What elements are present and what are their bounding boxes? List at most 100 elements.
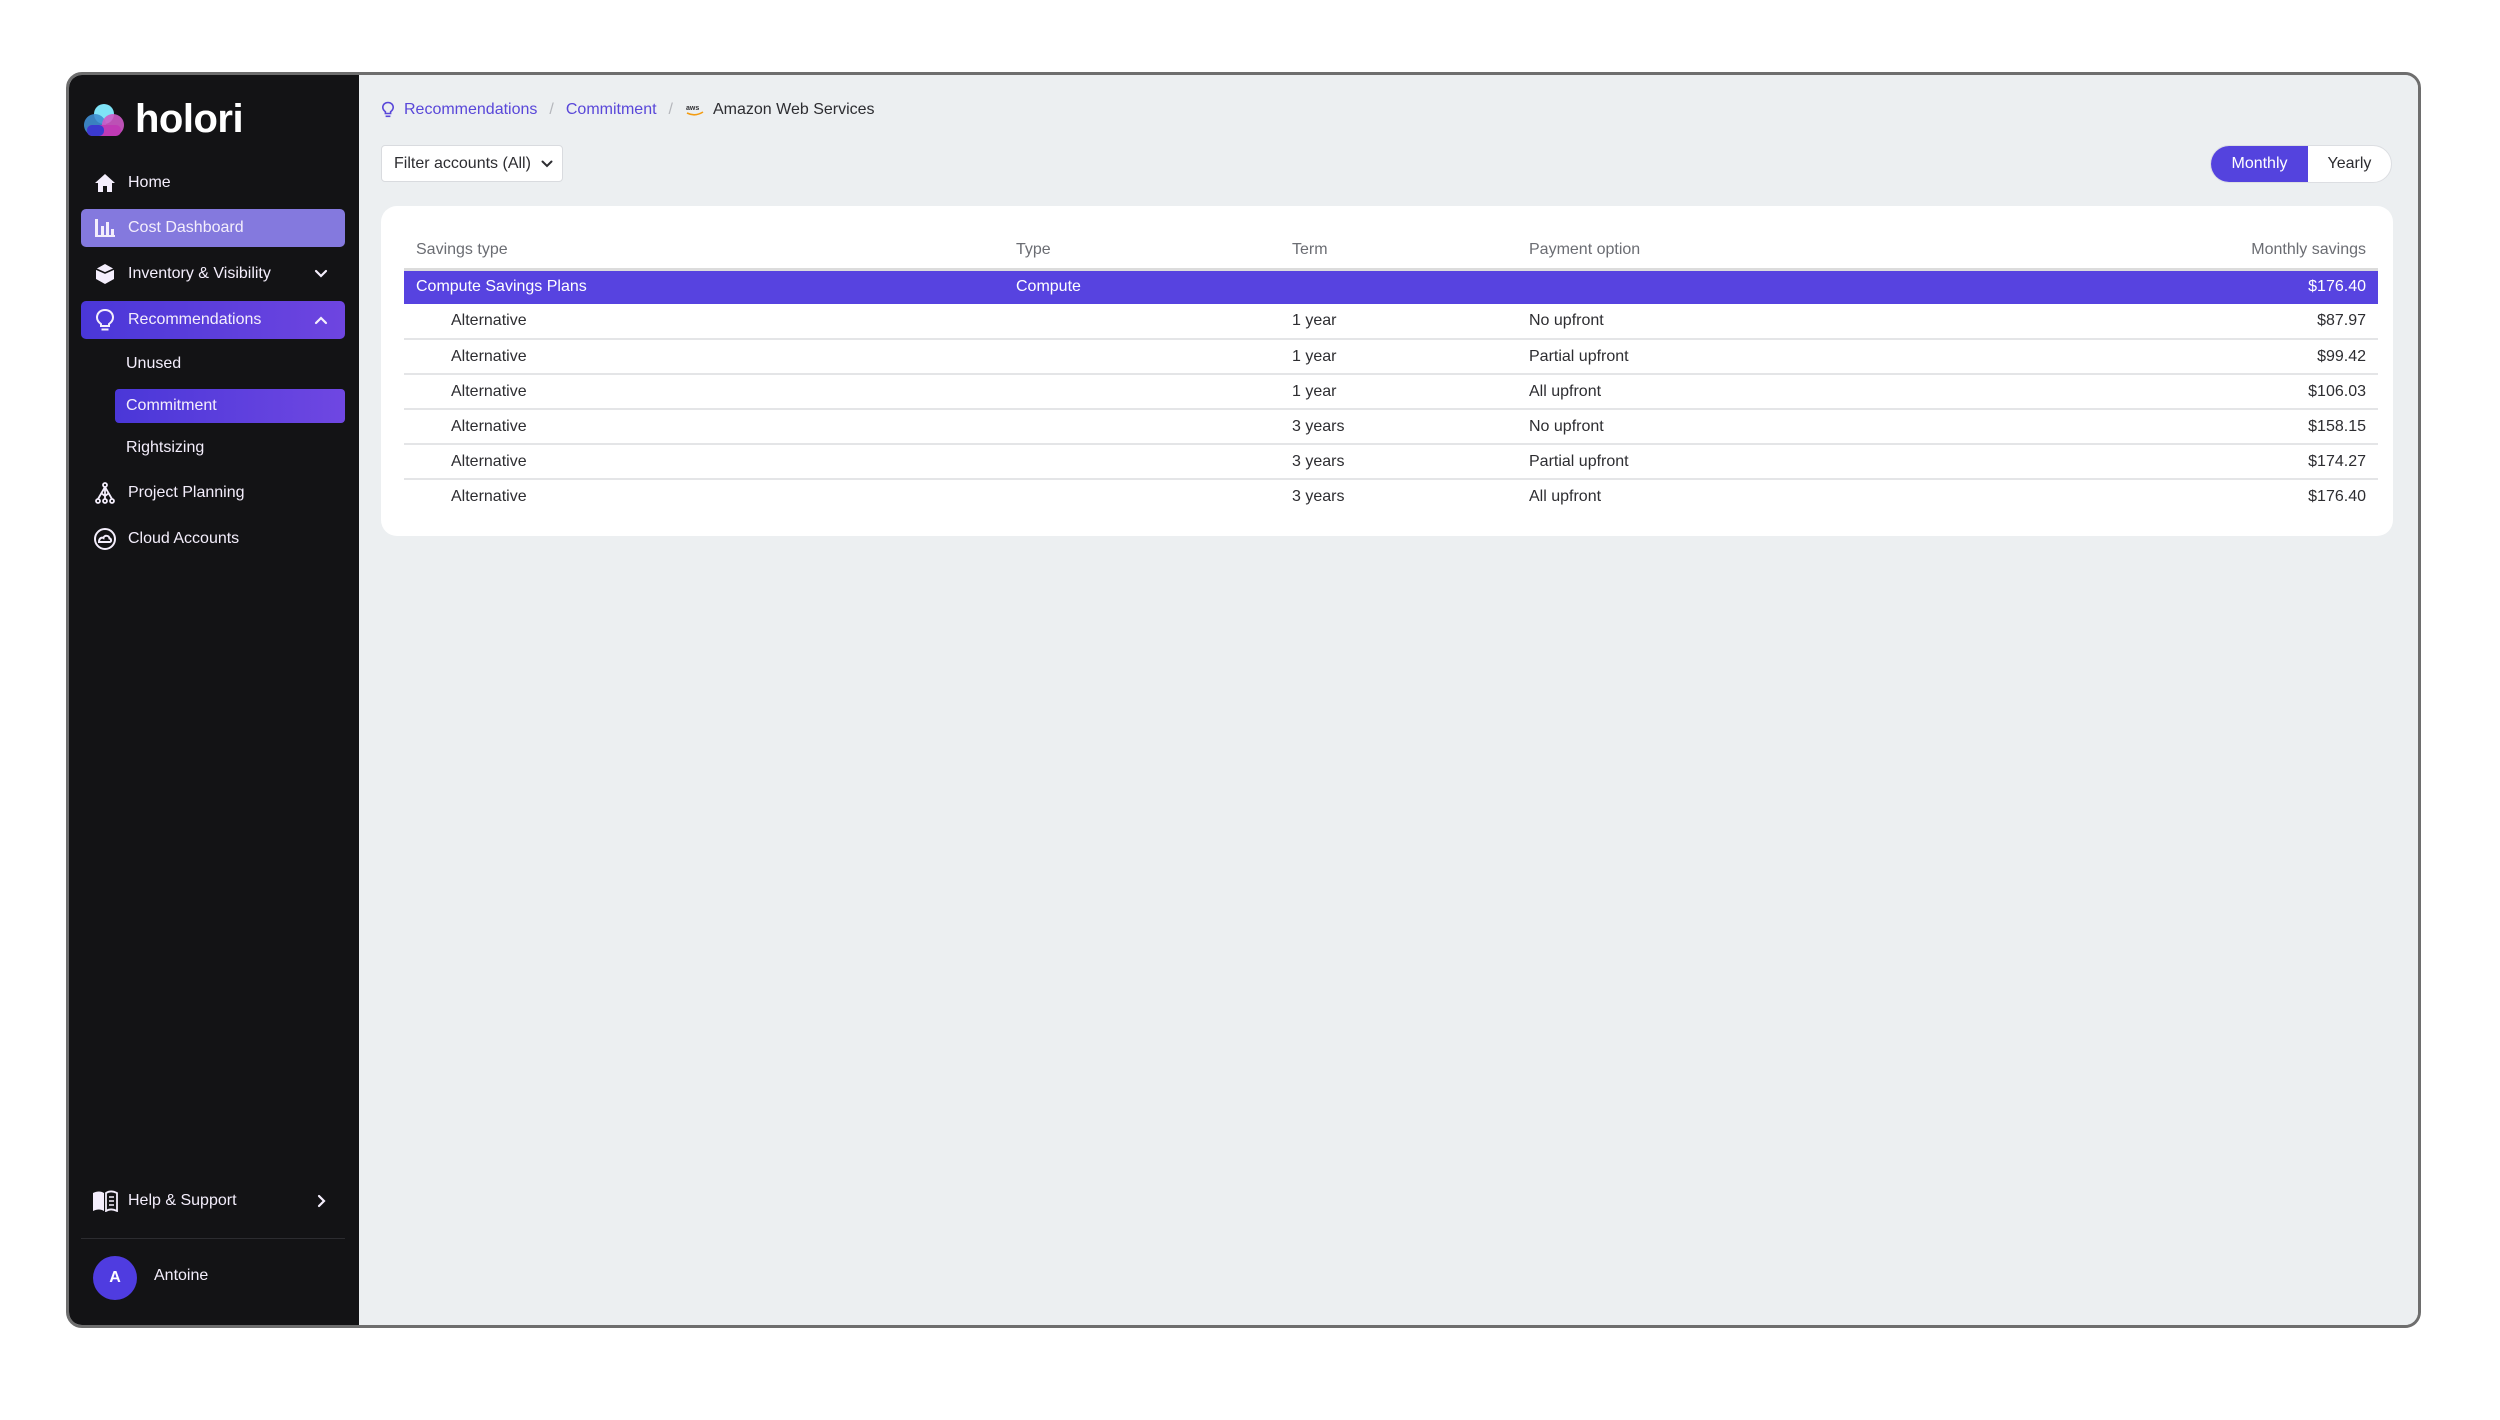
avatar[interactable]: A — [93, 1256, 137, 1300]
cell-monthly-savings: $87.97 — [1917, 304, 2378, 340]
table-row[interactable]: Alternative 1 year All upfront $106.03 — [404, 374, 2378, 410]
cell-payment-option: Partial upfront — [1517, 444, 1917, 480]
svg-text:aws: aws — [686, 105, 699, 112]
breadcrumb: Recommendations / Commitment / aws Amazo… — [381, 101, 875, 119]
cell-savings-type: Alternative — [404, 444, 1004, 480]
user-name[interactable]: Antoine — [154, 1267, 208, 1285]
sidebar-subitem-label: Unused — [126, 355, 182, 372]
table-row[interactable]: Alternative 3 years No upfront $158.15 — [404, 409, 2378, 445]
cell-term: 3 years — [1280, 444, 1517, 480]
cell-type: Compute — [1004, 269, 1280, 304]
sidebar-subitem-unused[interactable]: Unused — [115, 347, 345, 381]
sidebar-item-project-planning[interactable]: Project Planning — [81, 474, 345, 512]
sidebar-divider — [81, 1238, 345, 1239]
column-header-type[interactable]: Type — [1004, 233, 1280, 271]
brand-name: holori — [135, 97, 244, 141]
toggle-monthly[interactable]: Monthly — [2211, 146, 2308, 182]
network-icon — [92, 480, 118, 506]
cell-type — [1004, 444, 1280, 480]
table-row[interactable]: Alternative 3 years Partial upfront $174… — [404, 444, 2378, 480]
cell-term: 3 years — [1280, 409, 1517, 445]
breadcrumb-commitment[interactable]: Commitment — [566, 101, 657, 119]
table-header-row: Savings type Type Term Payment option Mo… — [404, 233, 2378, 271]
cell-type — [1004, 304, 1280, 340]
cell-monthly-savings: $176.40 — [1917, 269, 2378, 304]
sidebar-subitem-commitment[interactable]: Commitment — [115, 389, 345, 423]
column-header-monthly-savings[interactable]: Monthly savings — [1917, 233, 2378, 271]
breadcrumb-recommendations[interactable]: Recommendations — [404, 101, 537, 119]
column-header-term[interactable]: Term — [1280, 233, 1517, 271]
cloud-circle-icon — [92, 526, 118, 552]
toggle-yearly[interactable]: Yearly — [2308, 146, 2391, 182]
sidebar-item-label: Home — [128, 174, 171, 191]
cube-icon — [92, 261, 118, 287]
lightbulb-icon — [92, 307, 118, 333]
cell-payment-option: Partial upfront — [1517, 339, 1917, 375]
savings-table: Savings type Type Term Payment option Mo… — [404, 233, 2378, 514]
bar-chart-icon — [92, 215, 118, 241]
breadcrumb-current: Amazon Web Services — [713, 101, 875, 118]
cell-term: 1 year — [1280, 304, 1517, 340]
sidebar-subitem-label: Rightsizing — [126, 439, 205, 456]
chevron-down-icon — [541, 160, 553, 167]
sidebar-item-cost-dashboard[interactable]: Cost Dashboard — [81, 209, 345, 247]
cell-payment-option: All upfront — [1529, 488, 1602, 505]
sidebar-item-label: Inventory & Visibility — [128, 265, 271, 282]
cell-monthly-savings: $99.42 — [1917, 339, 2378, 375]
sidebar-item-label: Help & Support — [128, 1192, 237, 1209]
cell-term: 3 years — [1292, 488, 1345, 505]
cell-payment-option: No upfront — [1517, 409, 1917, 445]
cell-savings-type: Alternative — [404, 374, 1004, 410]
filter-accounts-label: Filter accounts (All) — [394, 154, 531, 172]
chevron-right-icon[interactable] — [311, 1191, 331, 1211]
home-icon — [92, 170, 118, 196]
cell-monthly-savings: $174.27 — [1917, 444, 2378, 480]
sidebar-item-label: Project Planning — [128, 484, 245, 501]
cell-savings-type: Alternative — [404, 409, 1004, 445]
chevron-up-icon[interactable] — [311, 310, 331, 330]
cell-savings-type: Alternative — [404, 304, 1004, 340]
column-header-savings-type[interactable]: Savings type — [404, 233, 1004, 271]
sidebar-item-help-support[interactable]: Help & Support — [81, 1182, 345, 1220]
sidebar-item-cloud-accounts[interactable]: Cloud Accounts — [81, 520, 345, 558]
sidebar-item-label: Cloud Accounts — [128, 530, 240, 547]
cell-term: 1 year — [1280, 339, 1517, 375]
logo[interactable]: holori — [83, 97, 244, 142]
sidebar-item-recommendations[interactable]: Recommendations — [81, 301, 345, 339]
sidebar-item-label: Recommendations — [128, 311, 262, 328]
cell-type — [1004, 409, 1280, 445]
cell-payment-option: No upfront — [1517, 304, 1917, 340]
table-row[interactable]: Alternative 1 year Partial upfront $99.4… — [404, 339, 2378, 375]
breadcrumb-separator: / — [668, 101, 673, 118]
lightbulb-icon — [381, 101, 395, 118]
cell-savings-type: Alternative — [404, 339, 1004, 375]
sidebar-subitem-label: Commitment — [126, 397, 217, 414]
sidebar-item-label: Cost Dashboard — [128, 219, 244, 236]
chevron-down-icon[interactable] — [311, 264, 331, 284]
cell-savings-type: Compute Savings Plans — [404, 269, 1004, 304]
aws-logo-icon: aws — [686, 105, 704, 116]
period-toggle: Monthly Yearly — [2210, 145, 2392, 183]
column-header-payment-option[interactable]: Payment option — [1517, 233, 1917, 271]
cell-payment-option: All upfront — [1517, 374, 1917, 410]
book-icon — [92, 1188, 118, 1214]
cell-monthly-savings: $176.40 — [2308, 488, 2366, 505]
cell-monthly-savings: $158.15 — [1917, 409, 2378, 445]
breadcrumb-separator: / — [549, 101, 554, 118]
table-row[interactable]: Alternative 3 years All upfront $176.40 — [404, 479, 2378, 514]
cell-type — [1004, 339, 1280, 375]
sidebar: holori Home Cost Dashboard Inventory & V… — [69, 75, 359, 1325]
main-content: Recommendations / Commitment / aws Amazo… — [359, 75, 2418, 1325]
holori-cloud-logo-icon — [84, 103, 124, 136]
sidebar-subitem-rightsizing[interactable]: Rightsizing — [115, 431, 345, 465]
cell-monthly-savings: $106.03 — [1917, 374, 2378, 410]
sidebar-item-home[interactable]: Home — [81, 164, 345, 202]
cell-type — [1004, 479, 1280, 514]
cell-term — [1280, 269, 1517, 304]
cell-savings-type: Alternative — [451, 488, 527, 505]
sidebar-item-inventory[interactable]: Inventory & Visibility — [81, 255, 345, 293]
table-row-parent[interactable]: Compute Savings Plans Compute $176.40 — [404, 269, 2378, 304]
savings-table-card: Savings type Type Term Payment option Mo… — [381, 206, 2393, 536]
table-row[interactable]: Alternative 1 year No upfront $87.97 — [404, 304, 2378, 340]
filter-accounts-dropdown[interactable]: Filter accounts (All) — [381, 145, 563, 182]
